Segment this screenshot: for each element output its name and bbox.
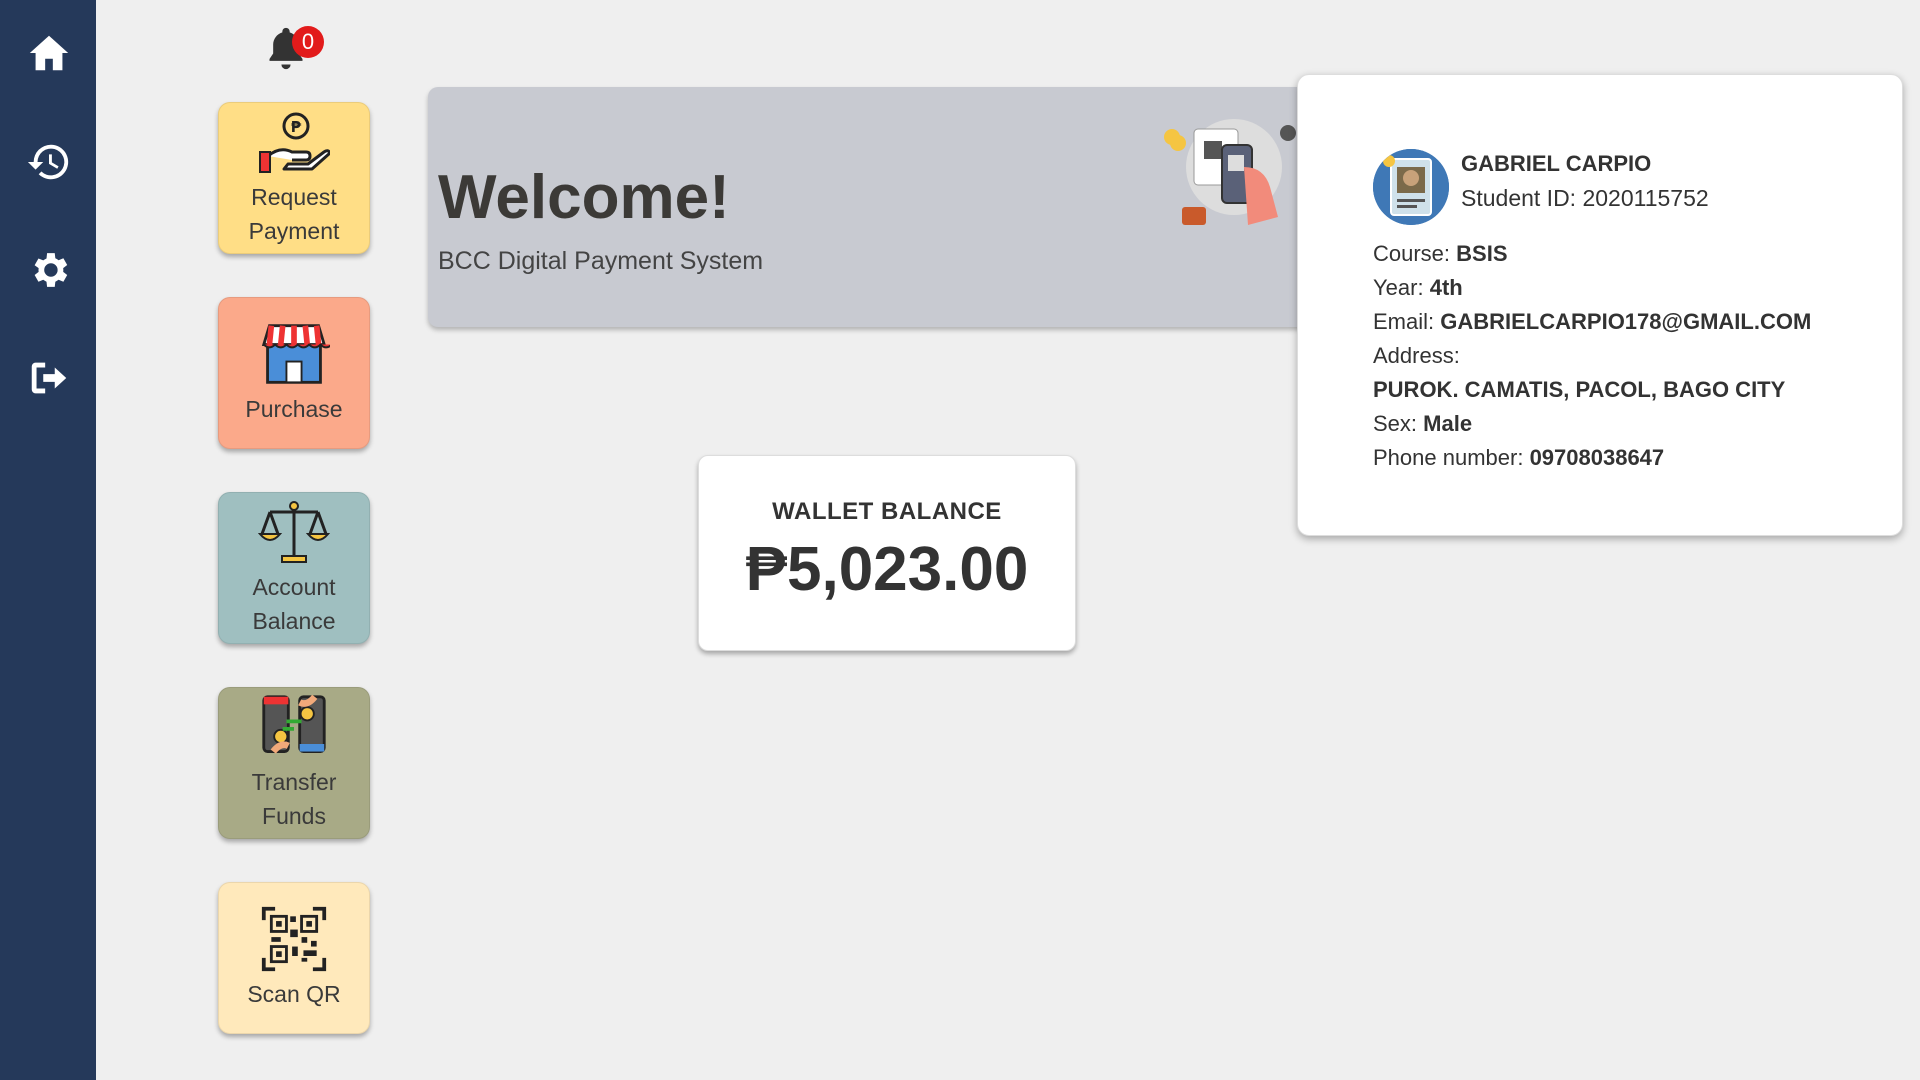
year-row: Year: 4th bbox=[1373, 275, 1463, 301]
request-payment-button[interactable]: ₱ Request Payment bbox=[218, 102, 370, 254]
account-balance-button[interactable]: Account Balance bbox=[218, 492, 370, 644]
phone-label: Phone number: bbox=[1373, 445, 1524, 470]
store-icon bbox=[261, 324, 330, 384]
tile-label: Purchase bbox=[245, 396, 343, 422]
welcome-subtitle: BCC Digital Payment System bbox=[438, 247, 764, 275]
notification-count-badge: 0 bbox=[292, 26, 324, 58]
tile-label: Transfer Funds bbox=[251, 769, 337, 829]
address-value: PUROK. CAMATIS, PACOL, BAGO CITY bbox=[1373, 377, 1785, 403]
email-label: Email: bbox=[1373, 309, 1435, 334]
sidebar bbox=[0, 0, 96, 1080]
profile-name: GABRIEL CARPIO bbox=[1461, 151, 1652, 176]
svg-text:₱: ₱ bbox=[291, 118, 302, 136]
logout-icon[interactable] bbox=[24, 353, 74, 403]
gear-icon[interactable] bbox=[24, 245, 74, 295]
notification-bell[interactable]: 0 bbox=[264, 24, 324, 74]
history-icon[interactable] bbox=[24, 137, 74, 187]
purchase-button[interactable]: Purchase bbox=[218, 297, 370, 449]
course-row: Course: BSIS bbox=[1373, 241, 1508, 267]
year-label: Year: bbox=[1373, 275, 1424, 300]
sex-value: Male bbox=[1423, 411, 1473, 436]
phone-value: 09708038647 bbox=[1529, 445, 1665, 470]
email-value: GABRIELCARPIO178@GMAIL.COM bbox=[1440, 309, 1812, 334]
welcome-banner: Welcome! BCC Digital Payment System bbox=[428, 87, 1328, 327]
scan-qr-button[interactable]: Scan QR bbox=[218, 882, 370, 1034]
course-label: Course: bbox=[1373, 241, 1451, 266]
tile-label: Scan QR bbox=[247, 981, 341, 1007]
transfer-icon bbox=[262, 694, 326, 754]
sex-row: Sex: Male bbox=[1373, 411, 1472, 437]
transfer-funds-button[interactable]: Transfer Funds bbox=[218, 687, 370, 839]
phone-row: Phone number: 09708038647 bbox=[1373, 445, 1664, 471]
wallet-balance-amount: ₱5,023.00 bbox=[745, 535, 1029, 604]
avatar bbox=[1373, 149, 1449, 225]
course-value: BSIS bbox=[1456, 241, 1508, 266]
student-id-label: Student ID: bbox=[1461, 185, 1577, 211]
year-value: 4th bbox=[1429, 275, 1463, 300]
scale-icon bbox=[258, 501, 330, 563]
qr-code-icon bbox=[261, 906, 327, 972]
sex-label: Sex: bbox=[1373, 411, 1418, 436]
welcome-title: Welcome! bbox=[438, 163, 730, 232]
home-icon[interactable] bbox=[24, 28, 74, 78]
tile-label: Request Payment bbox=[248, 184, 340, 244]
wallet-balance-card: WALLET BALANCE ₱5,023.00 bbox=[698, 455, 1076, 651]
address-text: PUROK. CAMATIS, PACOL, BAGO CITY bbox=[1373, 377, 1786, 402]
tile-label: Account Balance bbox=[252, 574, 336, 634]
profile-card: GABRIEL CARPIO Student ID: 2020115752 Co… bbox=[1297, 74, 1903, 536]
hand-coin-icon: ₱ bbox=[259, 112, 330, 173]
student-id-value: 2020115752 bbox=[1582, 185, 1709, 211]
student-id-row: Student ID: 2020115752 bbox=[1461, 185, 1709, 212]
wallet-balance-label: WALLET BALANCE bbox=[772, 498, 1002, 525]
email-row: Email: GABRIELCARPIO178@GMAIL.COM bbox=[1373, 309, 1811, 335]
address-label: Address: bbox=[1373, 343, 1460, 368]
